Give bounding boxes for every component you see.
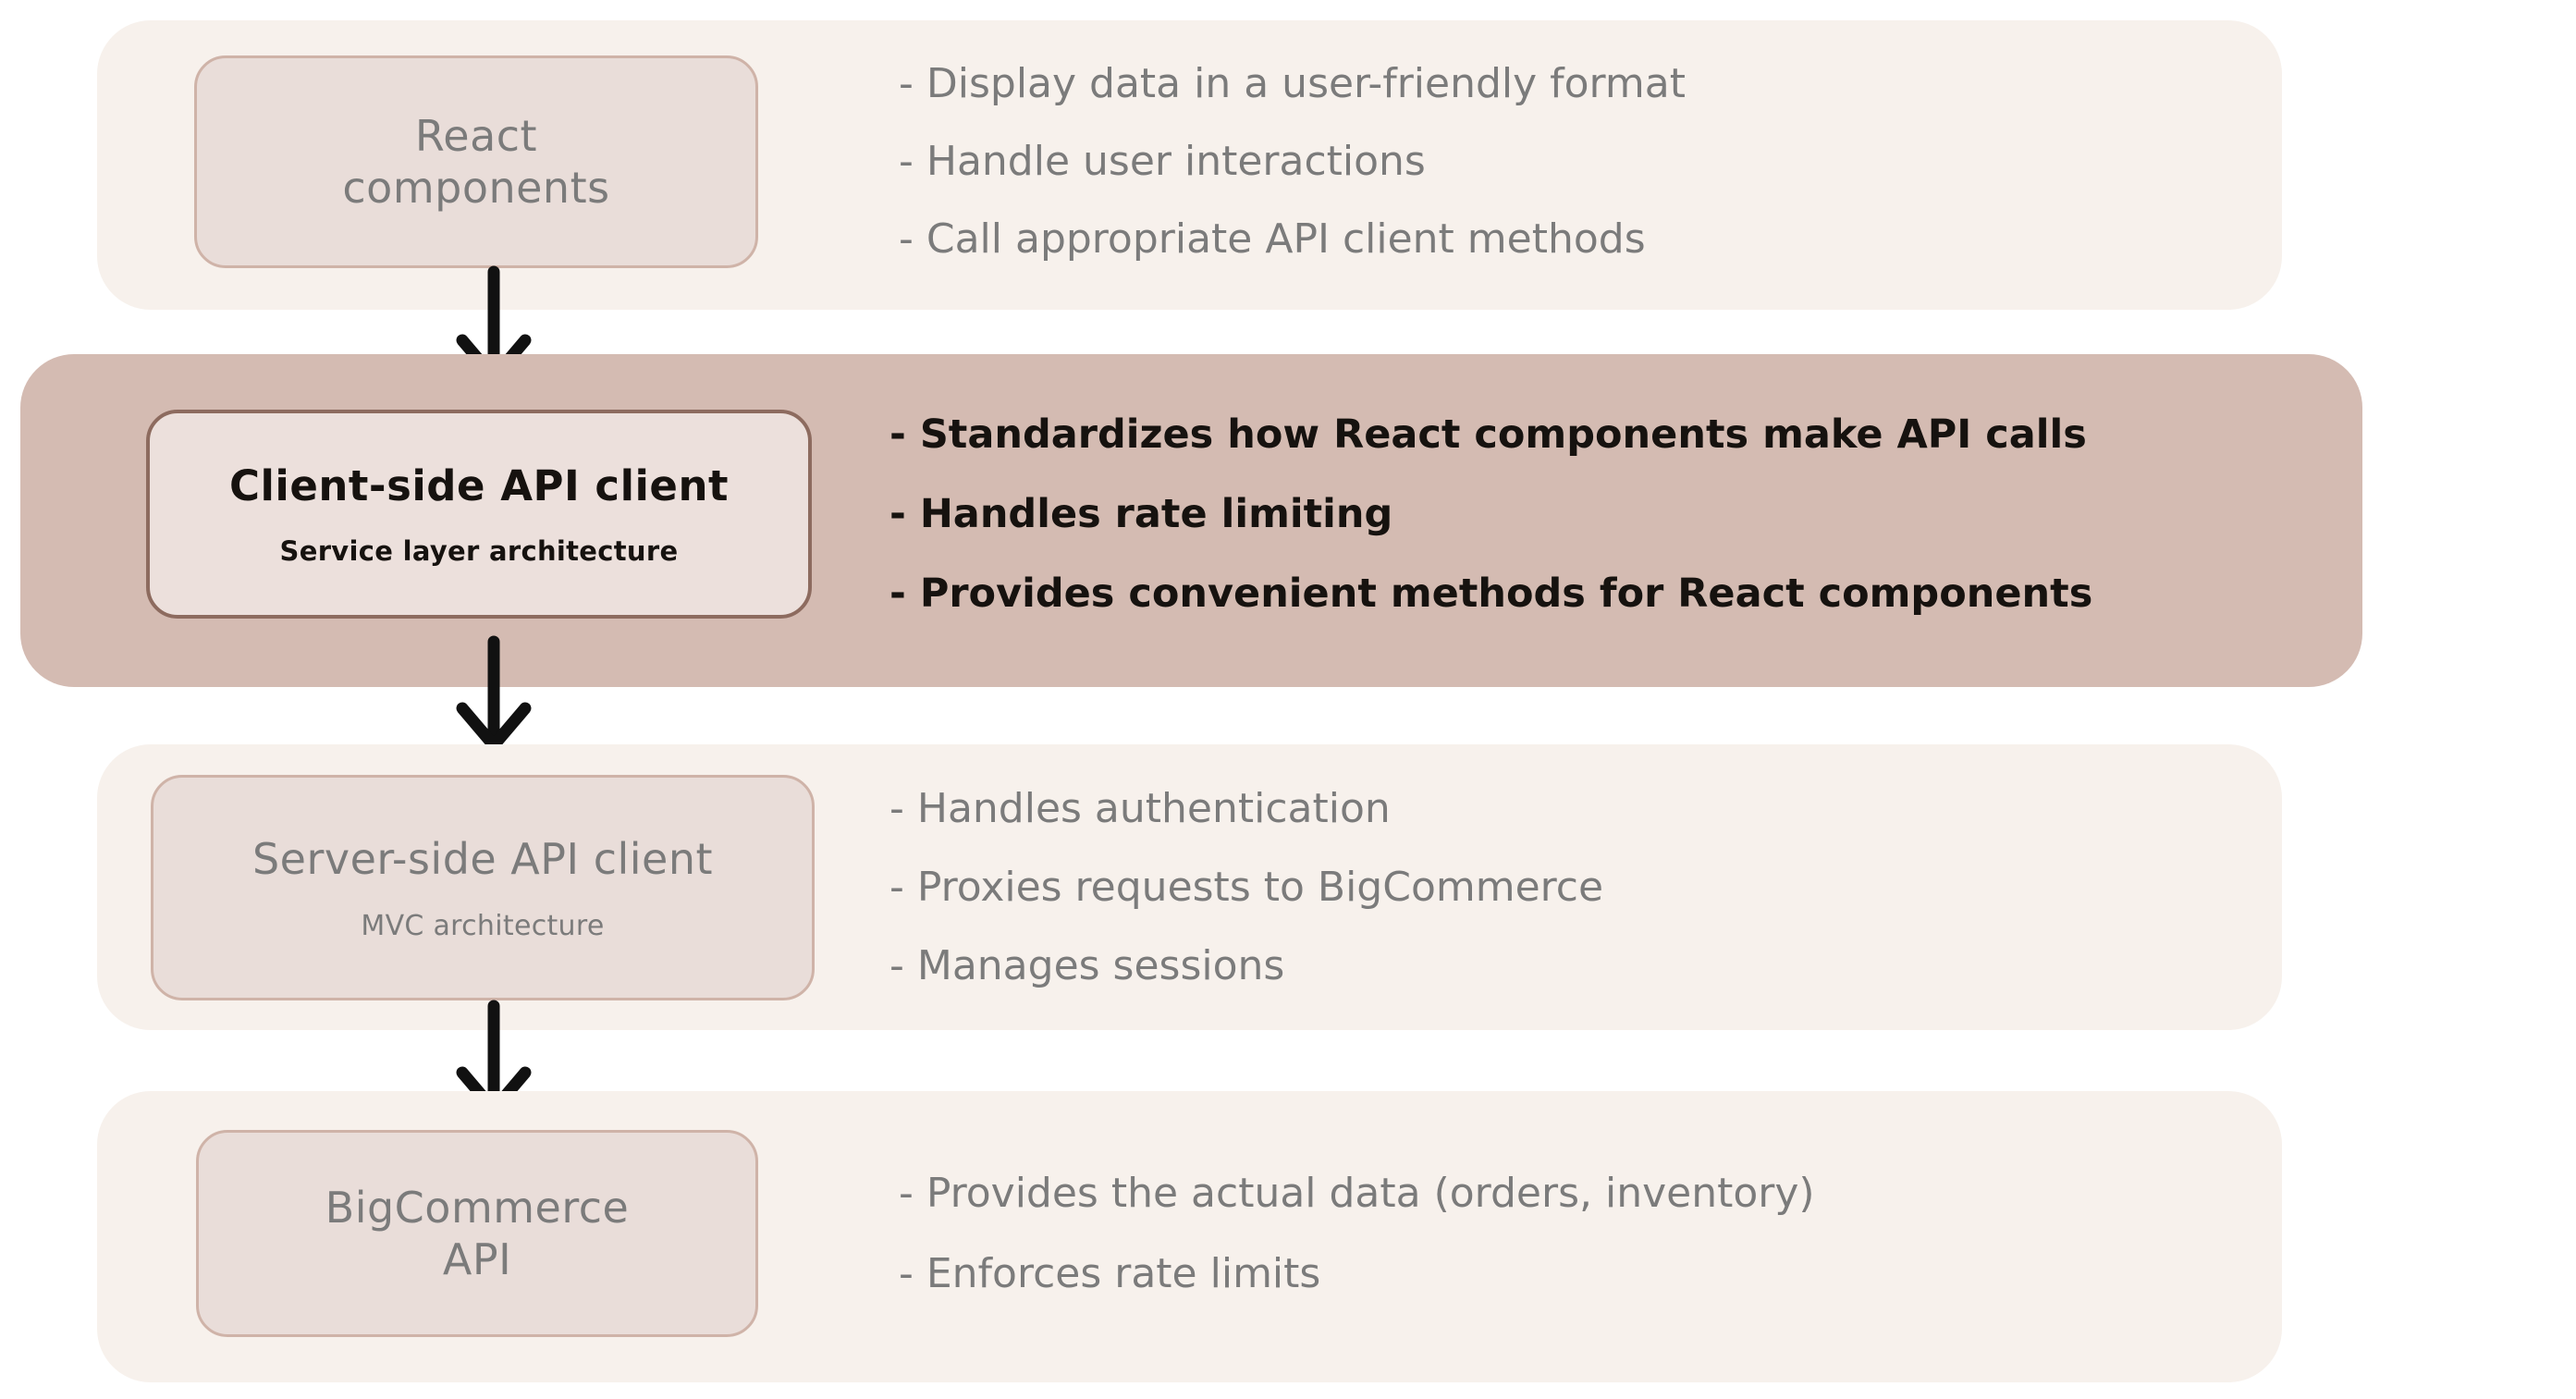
bullet-list-server-side-api-client: - Handles authentication - Proxies reque… — [889, 775, 2184, 1000]
diagram-canvas: React components - Display data in a use… — [0, 0, 2576, 1399]
node-react-components[interactable]: React components — [194, 55, 758, 268]
node-client-side-api-client[interactable]: Client-side API client Service layer arc… — [146, 410, 812, 619]
bullet-list-client-side-api-client: - Standardizes how React components make… — [889, 410, 2332, 619]
list-item: - Display data in a user-friendly format — [899, 60, 1686, 107]
node-subtitle: MVC architecture — [361, 909, 605, 942]
list-item: - Standardizes how React components make… — [889, 411, 2087, 458]
node-title: Client-side API client — [228, 460, 730, 510]
list-item: - Call appropriate API client methods — [899, 215, 1646, 263]
node-server-side-api-client[interactable]: Server-side API client MVC architecture — [151, 775, 815, 1000]
node-title: React components — [342, 110, 610, 213]
node-title: BigCommerce API — [325, 1182, 630, 1284]
list-item: - Provides convenient methods for React … — [889, 570, 2093, 617]
list-item: - Provides the actual data (orders, inve… — [899, 1169, 1815, 1217]
list-item: - Proxies requests to BigCommerce — [889, 864, 1604, 911]
node-title: Server-side API client — [251, 834, 714, 885]
node-bigcommerce-api[interactable]: BigCommerce API — [196, 1130, 758, 1337]
node-subtitle: Service layer architecture — [279, 535, 679, 568]
list-item: - Handle user interactions — [899, 138, 1426, 185]
bullet-list-react-components: - Display data in a user-friendly format… — [899, 55, 2193, 268]
list-item: - Manages sessions — [889, 942, 1285, 989]
list-item: - Enforces rate limits — [899, 1249, 1321, 1297]
list-item: - Handles rate limiting — [889, 490, 1393, 537]
list-item: - Handles authentication — [889, 785, 1391, 832]
bullet-list-bigcommerce-api: - Provides the actual data (orders, inve… — [899, 1130, 2193, 1337]
